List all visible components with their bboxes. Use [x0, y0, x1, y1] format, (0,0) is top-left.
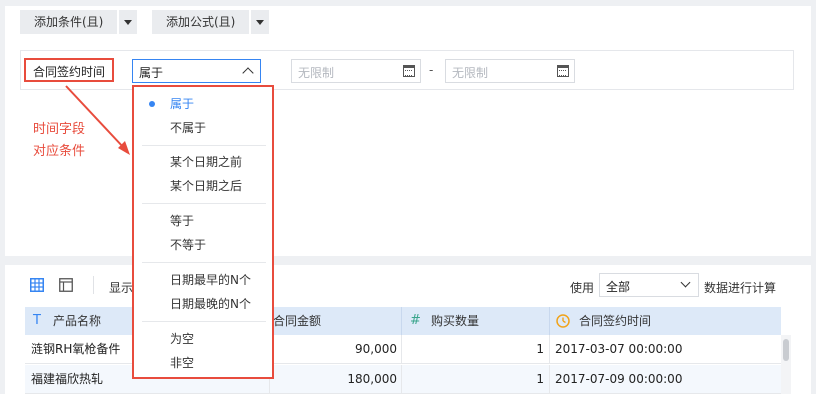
menu-divider [142, 203, 266, 204]
operator-dropdown-menu: 属于 不属于 某个日期之前 某个日期之后 等于 不等于 日期最早的N个 日期最晚… [132, 85, 274, 379]
data-scope-value: 全部 [606, 280, 631, 294]
use-label: 使用 [570, 281, 595, 295]
table-view-icon[interactable] [30, 278, 44, 292]
menu-divider [142, 262, 266, 263]
table-scrollbar[interactable] [781, 335, 791, 394]
operator-value: 属于 [139, 66, 164, 80]
cell-quantity: 1 [536, 372, 544, 386]
add-formula-dropdown-button[interactable] [251, 10, 270, 34]
scroll-thumb[interactable] [783, 339, 789, 361]
condition-field[interactable]: 合同签约时间 [24, 58, 115, 82]
column-divider [401, 365, 402, 394]
add-condition-button[interactable]: 添加条件(且) [20, 10, 118, 34]
calendar-icon[interactable] [403, 65, 415, 77]
add-formula-button[interactable]: 添加公式(且) [152, 10, 250, 34]
add-formula-group: 添加公式(且) [152, 10, 270, 34]
menu-item-not-equals[interactable]: 不等于 [170, 236, 206, 253]
annotation-line-2: 对应条件 [33, 144, 86, 159]
header-divider [549, 307, 550, 335]
cell-product-name: 涟钢RH氧枪备件 [31, 342, 121, 356]
add-condition-group: 添加条件(且) [20, 10, 138, 34]
header-quantity[interactable]: 购买数量 [431, 307, 479, 335]
header-product-name[interactable]: 产品名称 [53, 307, 101, 335]
display-label: 显示 [109, 281, 134, 295]
chevron-up-icon [242, 67, 254, 79]
calc-label: 数据进行计算 [704, 281, 777, 295]
menu-item-earliest-n[interactable]: 日期最早的N个 [170, 271, 251, 288]
text-type-icon: T [33, 313, 41, 328]
date-type-icon [556, 314, 570, 328]
header-divider [401, 307, 402, 335]
operator-select[interactable]: 属于 [132, 59, 261, 83]
data-scope-select[interactable]: 全部 [599, 273, 699, 297]
cell-sign-date: 2017-03-07 00:00:00 [555, 342, 683, 356]
header-contract-amount[interactable]: 合同金额 [273, 307, 321, 335]
cell-quantity: 1 [536, 342, 544, 356]
date-start-placeholder: 无限制 [298, 66, 335, 80]
layout-view-icon[interactable] [59, 278, 73, 292]
date-end-input[interactable]: 无限制 [445, 59, 575, 83]
column-divider [549, 335, 550, 364]
menu-item-not-belongs[interactable]: 不属于 [170, 119, 206, 136]
menu-item-is-empty[interactable]: 为空 [170, 330, 194, 347]
menu-item-not-empty[interactable]: 非空 [170, 354, 194, 371]
menu-item-belongs[interactable]: 属于 [170, 95, 194, 112]
add-condition-dropdown-button[interactable] [119, 10, 138, 34]
annotation-line-1: 时间字段 [33, 122, 86, 137]
cell-contract-amount: 180,000 [347, 372, 397, 386]
column-divider [549, 365, 550, 394]
date-start-input[interactable]: 无限制 [291, 59, 421, 83]
date-end-placeholder: 无限制 [452, 66, 489, 80]
number-type-icon: # [410, 313, 421, 328]
menu-item-after-date[interactable]: 某个日期之后 [170, 177, 242, 194]
menu-item-before-date[interactable]: 某个日期之前 [170, 153, 242, 170]
cell-product-name: 福建福欣热轧 [31, 372, 104, 386]
cell-contract-amount: 90,000 [355, 342, 397, 356]
menu-divider [142, 321, 266, 322]
header-sign-date[interactable]: 合同签约时间 [579, 307, 651, 335]
menu-item-latest-n[interactable]: 日期最晚的N个 [170, 295, 251, 312]
menu-divider [142, 145, 266, 146]
menu-item-equals[interactable]: 等于 [170, 212, 194, 229]
toolbar-divider [93, 276, 94, 294]
chevron-down-icon [680, 277, 691, 288]
cell-sign-date: 2017-07-09 00:00:00 [555, 372, 683, 386]
filter-panel [5, 6, 811, 256]
selected-dot-icon [149, 101, 155, 107]
caret-down-icon [124, 20, 133, 25]
caret-down-icon [256, 20, 265, 25]
column-divider [401, 335, 402, 364]
calendar-icon[interactable] [557, 65, 569, 77]
range-separator: - [429, 63, 434, 77]
